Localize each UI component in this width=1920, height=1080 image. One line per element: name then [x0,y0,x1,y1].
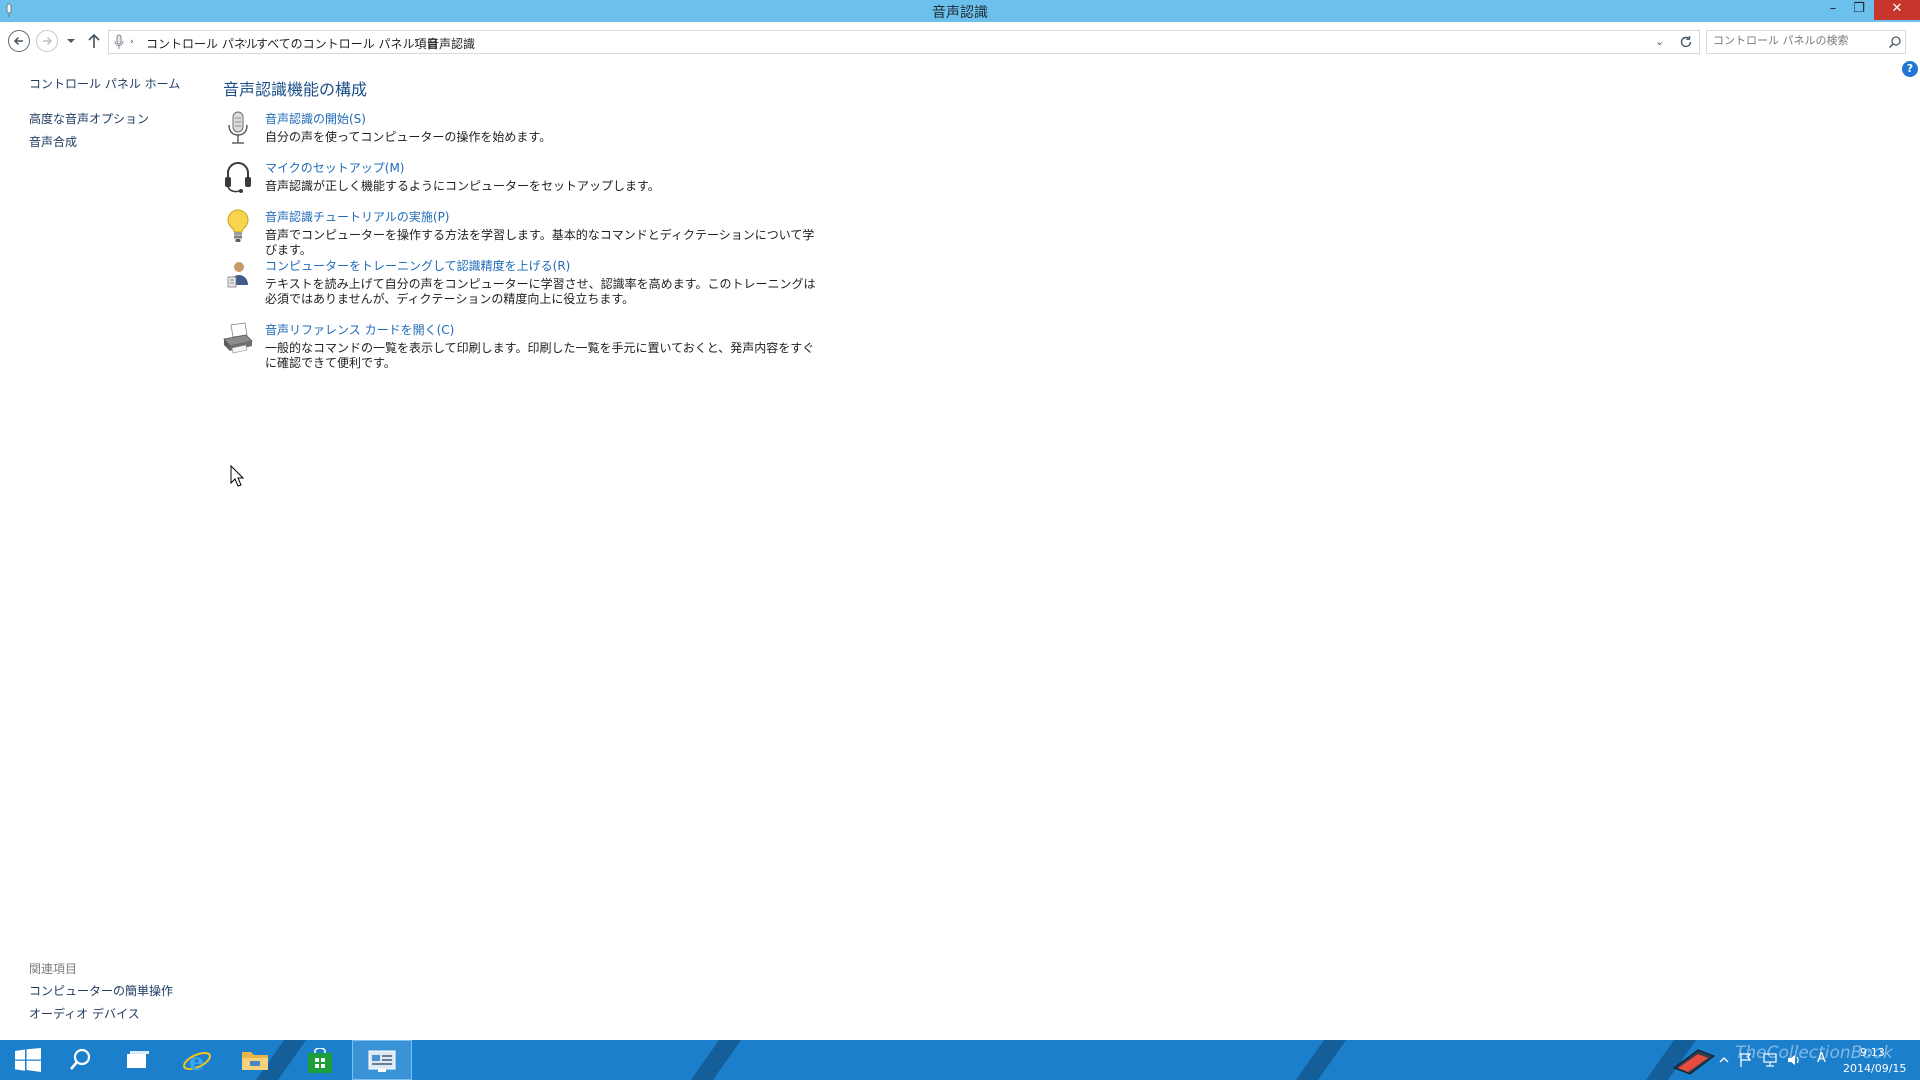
show-hidden-icons[interactable] [1716,1052,1732,1068]
forward-arrow-icon [43,36,53,46]
ease-of-access-link[interactable]: コンピューターの簡単操作 [29,982,173,999]
help-icon[interactable]: ? [1902,61,1918,77]
minimize-button[interactable]: – [1820,0,1846,20]
refresh-icon[interactable] [1677,33,1695,51]
advanced-speech-options-link[interactable]: 高度な音声オプション [29,110,149,127]
forward-button[interactable] [36,30,58,52]
clock-time[interactable]: 9:13 [1860,1046,1885,1059]
lightbulb-icon [227,209,249,242]
internet-explorer-button[interactable]: e [168,1040,224,1080]
address-bar[interactable]: › コントロール パネル › すべてのコントロール パネル項目 › 音声認識 ⌄ [108,30,1700,54]
train-computer-link[interactable]: コンピューターをトレーニングして認識精度を上げる(R) [265,257,570,274]
address-dropdown-icon[interactable]: ⌄ [1655,35,1664,48]
page-title: 音声認識機能の構成 [223,80,368,99]
control-panel-home-link[interactable]: コントロール パネル ホーム [29,75,180,92]
title-bar: 音声認識 – ❐ ✕ [0,0,1920,22]
task-description: 音声認識が正しく機能するようにコンピューターをセットアップします。 [265,179,660,193]
task-description: 一般的なコマンドの一覧を表示して印刷します。印刷した一覧を手元に置いておくと、発… [265,341,815,370]
taskbar: e TheCollectionBook A 9:13 2014/09/15 [0,1040,1920,1080]
control-panel-taskbar-button[interactable] [352,1040,412,1080]
windows-logo-icon [15,1048,41,1072]
breadcrumb-separator: › [414,37,418,47]
action-center-flag-icon[interactable] [1738,1052,1754,1068]
microphone-icon [228,111,248,144]
back-arrow-icon [13,36,23,46]
ime-indicator[interactable]: A [1817,1051,1826,1066]
mouse-cursor-icon [230,465,244,487]
speech-reference-card-link[interactable]: 音声リファレンス カードを開く(C) [265,321,454,338]
breadcrumb-separator: › [130,37,134,47]
headset-icon [225,162,251,193]
internet-explorer-icon: e [183,1048,211,1074]
control-panel-icon [368,1050,396,1072]
search-box[interactable] [1706,30,1906,54]
start-button[interactable] [0,1040,56,1080]
task-description: 自分の声を使ってコンピューターの操作を始めます。 [265,130,552,144]
store-button[interactable] [292,1040,348,1080]
clock-date[interactable]: 2014/09/15 [1843,1062,1906,1075]
file-explorer-button[interactable] [226,1040,282,1080]
task-view-icon [127,1051,149,1068]
taskbar-decoration [690,1040,742,1080]
svg-text:e: e [189,1048,204,1074]
text-to-speech-link[interactable]: 音声合成 [29,133,77,150]
printer-icon [223,322,253,354]
left-navigation-pane: コントロール パネル ホーム 高度な音声オプション 音声合成 関連項目 コンピュ… [0,60,210,1040]
up-arrow-icon[interactable] [86,32,102,50]
breadcrumb-speech-recognition[interactable]: 音声認識 [427,35,475,52]
search-icon [70,1048,91,1070]
user-training-icon [227,262,248,288]
folder-icon [242,1052,268,1070]
navigation-bar: › コントロール パネル › すべてのコントロール パネル項目 › 音声認識 ⌄ [0,22,1920,60]
search-taskbar-button[interactable] [54,1040,110,1080]
microphone-icon [114,34,124,49]
breadcrumb-separator: › [244,37,248,47]
recent-locations-icon[interactable] [66,36,76,46]
taskbar-decoration [1295,1040,1347,1080]
book-logo-icon [1672,1049,1716,1075]
search-input[interactable] [1713,34,1883,47]
window-title: 音声認識 [932,5,988,21]
back-button[interactable] [8,30,30,52]
related-heading: 関連項目 [29,962,78,976]
volume-icon[interactable] [1786,1052,1802,1068]
task-description: 音声でコンピューターを操作する方法を学習します。基本的なコマンドとディクテーショ… [265,228,815,257]
search-icon[interactable] [1888,35,1902,49]
breadcrumb-all-items[interactable]: すべてのコントロール パネル項目 [256,35,439,52]
store-bag-icon [308,1048,332,1073]
microphone-setup-link[interactable]: マイクのセットアップ(M) [265,159,404,176]
task-view-button[interactable] [110,1040,166,1080]
network-icon[interactable] [1762,1052,1778,1068]
task-description: テキストを読み上げて自分の声をコンピューターに学習させ、認識率を高めます。このト… [265,277,816,306]
maximize-button[interactable]: ❐ [1846,0,1872,20]
speech-tutorial-link[interactable]: 音声認識チュートリアルの実施(P) [265,208,449,225]
close-button[interactable]: ✕ [1874,0,1920,20]
breadcrumb-control-panel[interactable]: コントロール パネル [146,35,258,52]
start-speech-recognition-link[interactable]: 音声認識の開始(S) [265,110,366,127]
audio-devices-link[interactable]: オーディオ デバイス [29,1005,140,1022]
